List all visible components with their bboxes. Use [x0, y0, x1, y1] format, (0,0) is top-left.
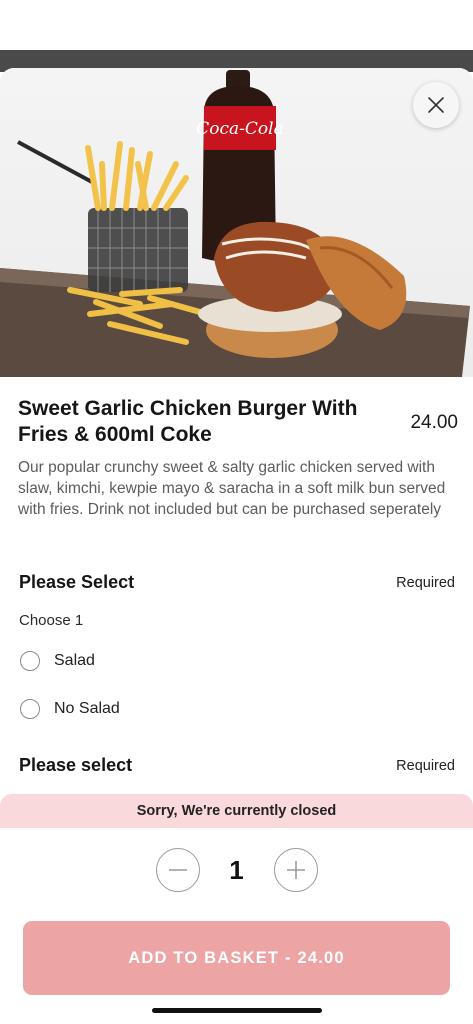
item-header: Sweet Garlic Chicken Burger With Fries &…	[18, 396, 458, 448]
close-icon	[428, 97, 444, 113]
option-label: No Salad	[54, 700, 120, 717]
required-label: Required	[396, 757, 455, 774]
choose-hint: Choose 1	[19, 612, 84, 629]
bottle-label-text: Coca-Cola	[196, 119, 283, 139]
add-to-basket-button[interactable]: ADD TO BASKET - 24.00	[23, 921, 450, 995]
plus-icon	[286, 861, 305, 879]
option-group-title: Please select	[19, 755, 133, 775]
increase-quantity-button[interactable]	[273, 848, 318, 892]
option-salad[interactable]: Salad	[20, 651, 95, 671]
decrease-quantity-button[interactable]	[155, 848, 200, 892]
minus-icon	[168, 869, 187, 871]
close-button[interactable]	[413, 82, 459, 128]
closed-banner: Sorry, We're currently closed	[0, 794, 473, 828]
item-title: Sweet Garlic Chicken Burger With Fries &…	[18, 397, 358, 446]
item-price: 24.00	[410, 412, 458, 433]
option-group-header: Please select Required	[19, 755, 455, 776]
required-label: Required	[396, 574, 455, 591]
option-group-header: Please Select Required	[19, 572, 455, 593]
option-no-salad[interactable]: No Salad	[20, 699, 120, 719]
radio-button[interactable]	[20, 651, 40, 671]
item-description: Our popular crunchy sweet & salty garlic…	[18, 459, 446, 518]
burger-meal-illustration: Coca-Cola	[0, 70, 470, 377]
quantity-value: 1	[229, 854, 244, 885]
home-indicator	[152, 1008, 322, 1013]
quantity-stepper: 1	[0, 848, 473, 892]
item-sheet: Coca-Cola Sweet Garlic Chicken Burger Wi…	[0, 68, 473, 1024]
option-group-title: Please Select	[19, 572, 135, 592]
option-label: Salad	[54, 652, 95, 669]
item-image: Coca-Cola	[0, 68, 473, 377]
radio-button[interactable]	[20, 699, 40, 719]
status-bar	[0, 0, 473, 50]
